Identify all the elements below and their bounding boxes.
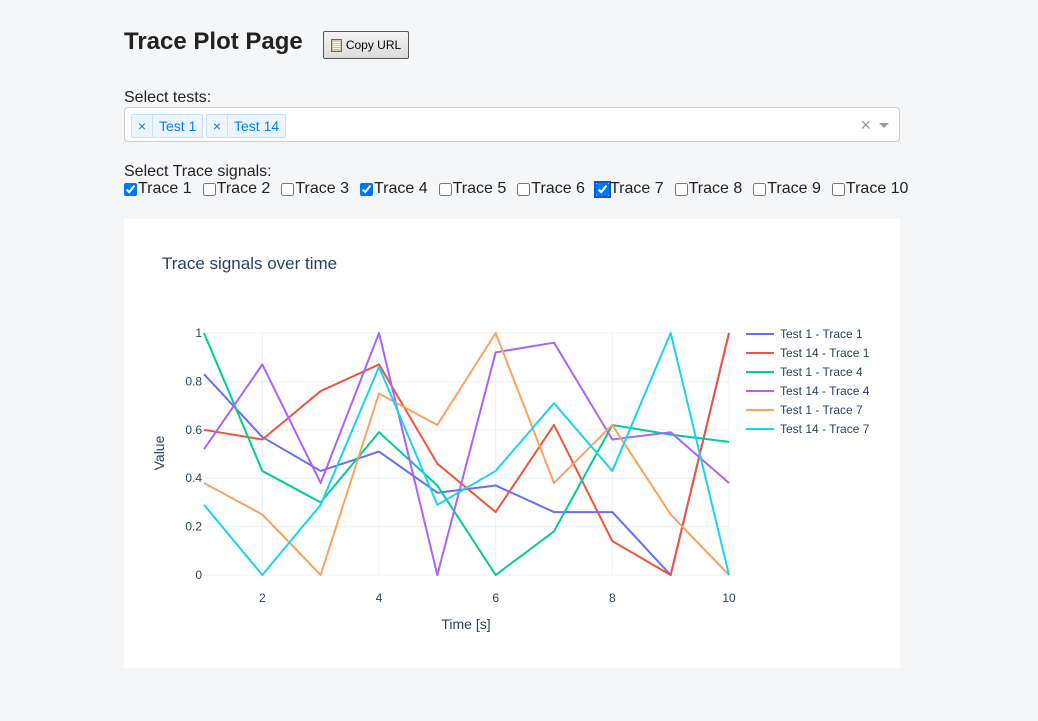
y-tick-label: 1 (195, 326, 202, 340)
legend-label: Test 1 - Trace 4 (780, 365, 863, 379)
chart-panel: Trace signals over time 0 0.2 0.4 0.6 0.8 1 2 4… (124, 219, 900, 668)
signal-option-2[interactable]: Trace 2 (202, 180, 271, 198)
trace-line-chart: Trace signals over time 0 0.2 0.4 0.6 0.8 1 2 4… (151, 254, 870, 632)
signal-option-10[interactable]: Trace 10 (831, 180, 909, 198)
signal-option-9[interactable]: Trace 9 (753, 180, 821, 198)
signal-label: Trace 6 (531, 180, 585, 197)
signal-label: Trace 5 (452, 180, 507, 197)
chevron-down-icon[interactable] (879, 123, 889, 128)
signal-checkbox[interactable] (438, 182, 452, 196)
y-tick-label: 0.2 (185, 520, 202, 534)
legend-item[interactable]: Test 1 - Trace 1 (746, 327, 863, 341)
y-tick-label: 0.6 (185, 423, 202, 437)
signal-checkbox[interactable] (359, 182, 373, 196)
tests-multiselect[interactable]: × Test 1 × Test 14 × (124, 107, 900, 142)
select-tests-label: Select tests: (124, 89, 212, 106)
legend-item[interactable]: Test 14 - Trace 1 (746, 346, 870, 360)
x-axis-title: Time [s] (441, 616, 490, 632)
legend-label: Test 14 - Trace 4 (780, 384, 870, 398)
legend-label: Test 14 - Trace 7 (780, 422, 870, 436)
y-tick-label: 0.4 (185, 471, 202, 485)
signal-checkbox[interactable] (202, 182, 216, 196)
signal-label: Trace 2 (216, 180, 271, 197)
signal-checkbox[interactable] (281, 182, 295, 196)
chip-test-14: × Test 14 (206, 114, 287, 138)
series-line-5 (203, 332, 730, 576)
signal-label: Trace 3 (295, 180, 349, 197)
x-tick-label: 8 (609, 591, 616, 605)
signal-option-1[interactable]: Trace 1 (124, 180, 192, 198)
signal-checkbox[interactable] (753, 182, 767, 196)
x-tick-label: 4 (376, 591, 383, 605)
y-tick-label: 0 (195, 568, 202, 582)
signal-checkbox[interactable] (517, 182, 531, 196)
signal-checkbox[interactable] (674, 182, 688, 196)
y-tick-label: 0.8 (185, 374, 202, 388)
chart-title: Trace signals over time (162, 254, 337, 273)
legend-item[interactable]: Test 14 - Trace 4 (746, 384, 870, 398)
series-line-1 (203, 332, 730, 576)
signal-label: Trace 7 (609, 180, 664, 197)
signal-checkbox[interactable] (124, 182, 137, 196)
y-axis-title: Value (151, 435, 167, 470)
signal-label: Trace 1 (138, 180, 192, 197)
clipboard-icon (330, 38, 342, 52)
x-tick-label: 10 (722, 591, 736, 605)
legend-item[interactable]: Test 1 - Trace 4 (746, 365, 863, 379)
signal-option-7[interactable]: Trace 7 (593, 180, 664, 198)
page-title: Trace Plot Page (124, 28, 303, 55)
chip-remove-icon[interactable]: × (207, 115, 228, 137)
series-line-2 (203, 332, 730, 576)
chip-label: Test 1 (159, 118, 197, 134)
signal-option-5[interactable]: Trace 5 (438, 180, 507, 198)
signal-option-6[interactable]: Trace 6 (517, 180, 585, 198)
signal-label: Trace 10 (845, 180, 909, 197)
series-line-4 (203, 332, 730, 576)
legend-item[interactable]: Test 1 - Trace 7 (746, 403, 863, 417)
chip-test-1: × Test 1 (131, 114, 204, 138)
select-signals-label: Select Trace signals: (124, 163, 272, 180)
copy-url-label: Copy URL (345, 38, 402, 52)
series-line-3 (203, 332, 730, 576)
signal-option-8[interactable]: Trace 8 (674, 180, 743, 198)
signal-option-3[interactable]: Trace 3 (281, 180, 349, 198)
signal-checkbox[interactable] (831, 182, 845, 196)
copy-url-button[interactable]: Copy URL (323, 31, 409, 59)
chip-remove-icon[interactable]: × (132, 115, 153, 137)
legend-label: Test 14 - Trace 1 (780, 346, 870, 360)
signal-checklist: Trace 1 Trace 2 Trace 3 Trace 4 Trace 5 Trace… (124, 180, 919, 198)
signal-label: Trace 9 (767, 180, 821, 197)
legend-item[interactable]: Test 14 - Trace 7 (746, 422, 870, 436)
chip-label: Test 14 (234, 118, 280, 134)
signal-label: Trace 8 (688, 180, 743, 197)
signal-label: Trace 4 (373, 180, 428, 197)
series-line-6 (203, 332, 730, 576)
signal-checkbox[interactable] (593, 180, 611, 198)
legend-label: Test 1 - Trace 1 (780, 327, 863, 341)
x-tick-label: 2 (259, 591, 266, 605)
legend: Test 1 - Trace 1 Test 14 - Trace 1 Test 1 … (746, 327, 870, 436)
clear-selection-icon[interactable]: × (860, 115, 871, 136)
signal-option-4[interactable]: Trace 4 (359, 180, 428, 198)
legend-label: Test 1 - Trace 7 (780, 403, 863, 417)
x-tick-label: 6 (492, 591, 499, 605)
